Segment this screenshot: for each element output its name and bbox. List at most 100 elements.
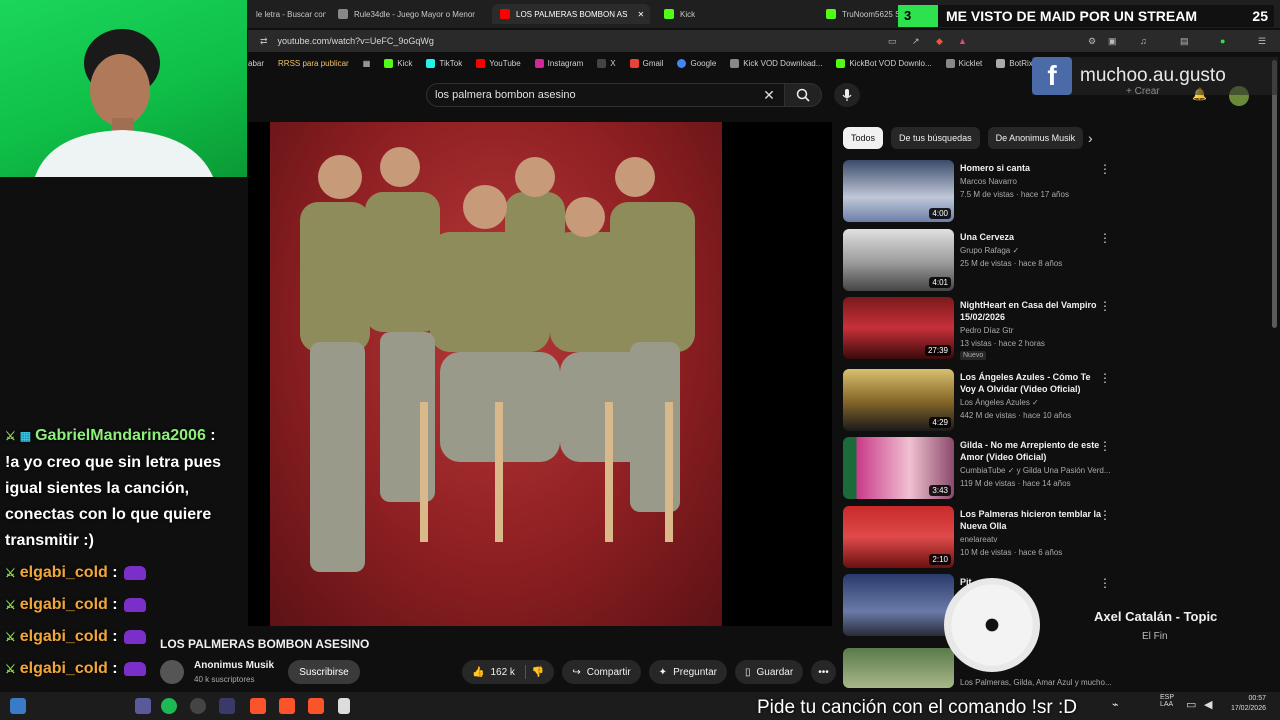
more-vertical-icon[interactable]: ⋮	[1099, 231, 1111, 245]
bookmark-tiktok[interactable]: TikTok	[426, 58, 462, 68]
app-icon[interactable]	[219, 698, 235, 714]
bookmark-kicklet[interactable]: Kicklet	[945, 58, 982, 68]
apps-grid-icon[interactable]: ▦	[363, 59, 371, 68]
music-ext-icon[interactable]: ♫	[1140, 36, 1147, 46]
social-handle: muchoo.au.gusto	[1080, 65, 1226, 86]
chat-badge-icon: ⚔	[5, 429, 16, 443]
share-button[interactable]: ↪ Compartir	[562, 660, 641, 684]
clear-search-icon[interactable]: ✕	[760, 86, 778, 104]
network-icon[interactable]: ▭	[1186, 698, 1196, 711]
instagram-icon	[534, 58, 544, 68]
kicklet-icon	[945, 58, 955, 68]
bookmark-kickbot[interactable]: KickBot VOD Downlo...	[836, 58, 932, 68]
save-label: Guardar	[756, 666, 794, 678]
rec-meta: 119 M de vistas · hace 14 años	[960, 479, 1071, 488]
bookmark-item[interactable]: abar	[248, 59, 264, 68]
close-tab-icon[interactable]: ✕	[637, 10, 644, 19]
more-vertical-icon[interactable]: ⋮	[1099, 371, 1111, 385]
address-bar[interactable]: ⇄ youtube.com/watch?v=UeFC_9oGqWg ▭ ↗ ◆ …	[248, 30, 1280, 52]
share-icon[interactable]: ↗	[912, 36, 920, 47]
recommendation-item[interactable]: 4:00 Homero si canta Marcos Navarro 7.5 …	[843, 160, 1118, 224]
video-title: LOS PALMERAS BOMBON ASESINO	[160, 637, 370, 651]
ask-button[interactable]: ✦ Preguntar	[648, 660, 727, 684]
more-vertical-icon[interactable]: ⋮	[1099, 439, 1111, 453]
bookmark-x[interactable]: X	[597, 58, 616, 68]
voice-search-button[interactable]	[834, 83, 860, 107]
start-icon[interactable]	[10, 698, 26, 714]
recommendation-item[interactable]: 4:01 Una Cerveza Grupo Rafaga ✓ 25 M de …	[843, 229, 1118, 293]
chip-from-channel[interactable]: De Anonimus Musik	[987, 127, 1084, 149]
bookmark-google[interactable]: Google	[677, 58, 716, 68]
bookmark-kick[interactable]: Kick	[384, 58, 412, 68]
bookmark-instagram[interactable]: Instagram	[534, 58, 584, 68]
wallet-icon[interactable]: ▤	[1180, 36, 1189, 47]
file-icon[interactable]	[338, 698, 350, 714]
video-actions: 👍 162 k 👎 ↪ Compartir ✦ Preguntar ▯ Guar…	[462, 660, 836, 684]
tiktok-icon	[426, 58, 436, 68]
bookmark-kick-vod[interactable]: Kick VOD Download...	[730, 58, 822, 68]
tab-rule34dle[interactable]: Rule34dle - Juego Mayor o Menor	[330, 4, 480, 24]
tab-search[interactable]: le letra - Buscar con	[248, 4, 326, 24]
recommendation-item[interactable]: 3:43 Gilda - No me Arrepiento de este Am…	[843, 437, 1118, 501]
system-clock[interactable]: 00:57 17/02/2026	[1222, 694, 1266, 714]
bookmark-label: YouTube	[489, 58, 521, 68]
video-player[interactable]	[248, 122, 832, 626]
chevron-right-icon[interactable]: ›	[1088, 130, 1093, 146]
tab-kick[interactable]: Kick	[656, 4, 736, 24]
volume-icon[interactable]: ◀	[1204, 698, 1212, 711]
bookmark-item[interactable]: RRSS para publicar	[278, 59, 349, 68]
more-vertical-icon[interactable]: ⋮	[1099, 508, 1111, 522]
brave-icon[interactable]	[250, 698, 266, 714]
share-arrow-icon: ↪	[572, 666, 581, 678]
search-button[interactable]	[784, 83, 822, 107]
chip-from-searches[interactable]: De tus búsquedas	[891, 127, 980, 149]
brave-shield-icon[interactable]: ◆	[936, 36, 943, 47]
ask-label: Preguntar	[673, 666, 717, 678]
social-overlay: f muchoo.au.gusto	[1032, 57, 1278, 95]
clock-time: 00:57	[1248, 695, 1266, 702]
rec-meta: 13 vistas · hace 2 horas	[960, 339, 1045, 348]
brave-icon[interactable]	[279, 698, 295, 714]
channel-avatar[interactable]	[160, 660, 184, 684]
language-indicator[interactable]: ESP LAA	[1160, 694, 1174, 708]
vpn-icon[interactable]: ●	[1220, 36, 1225, 46]
recommendation-item[interactable]: 4:29 Los Ángeles Azules - Cómo Te Voy A …	[843, 369, 1118, 433]
page-scrollbar[interactable]	[1272, 60, 1277, 328]
thumbs-down-icon[interactable]: 👎	[532, 667, 544, 678]
more-vertical-icon[interactable]: ⋮	[1099, 162, 1111, 176]
video-thumbnail: 3:43	[843, 437, 954, 499]
filter-chips: Todos De tus búsquedas De Anonimus Musik	[843, 127, 1084, 149]
tab-youtube-active[interactable]: LOS PALMERAS BOMBON AS ✕	[492, 4, 650, 24]
new-badge: Nuevo	[960, 351, 987, 360]
divider	[524, 665, 526, 679]
bookmark-gmail[interactable]: Gmail	[629, 58, 663, 68]
save-button[interactable]: ▯ Guardar	[734, 660, 804, 684]
bookmark-label: Instagram	[547, 58, 584, 68]
chip-all[interactable]: Todos	[843, 127, 884, 149]
obs-icon[interactable]	[190, 698, 206, 714]
recommendation-item[interactable]: 2:10 Los Palmeras hicieron temblar la Nu…	[843, 506, 1118, 570]
extensions-icon[interactable]: ⚙	[1088, 36, 1096, 47]
rewards-icon[interactable]: ▲	[958, 36, 967, 46]
bookmark-youtube[interactable]: YouTube	[476, 58, 521, 68]
menu-icon[interactable]: ☰	[1258, 36, 1266, 47]
recommendation-item[interactable]: 27:39 NightHeart en Casa del Vampiro 15/…	[843, 297, 1118, 361]
brave-icon[interactable]	[308, 698, 324, 714]
app-icon[interactable]	[135, 698, 151, 714]
like-button[interactable]: 👍 162 k 👎	[462, 660, 555, 684]
chat-badge-icon: ⚔	[5, 598, 16, 612]
spotify-icon[interactable]	[161, 698, 177, 714]
tab-label: Rule34dle - Juego Mayor o Menor	[354, 9, 475, 19]
sidebar-icon[interactable]: ▣	[1108, 36, 1117, 47]
rec-title: NightHeart en Casa del Vampiro 15/02/202…	[960, 300, 1097, 322]
bookmark-botrix[interactable]: BotRix	[996, 58, 1033, 68]
site-info-icon[interactable]: ⇄	[260, 36, 268, 47]
cast-icon[interactable]: ▭	[888, 36, 897, 47]
subscribe-button[interactable]: Suscribirse	[288, 660, 360, 684]
search-input[interactable]: los palmera bombon asesino	[426, 83, 792, 107]
mic-tray-icon[interactable]: ⌁	[1112, 698, 1119, 711]
more-actions-button[interactable]: •••	[811, 660, 836, 684]
channel-name[interactable]: Anonimus Musik	[194, 660, 274, 671]
tab-kick-channel[interactable]: TruNoom5625 S	[818, 4, 898, 24]
more-vertical-icon[interactable]: ⋮	[1099, 299, 1111, 313]
